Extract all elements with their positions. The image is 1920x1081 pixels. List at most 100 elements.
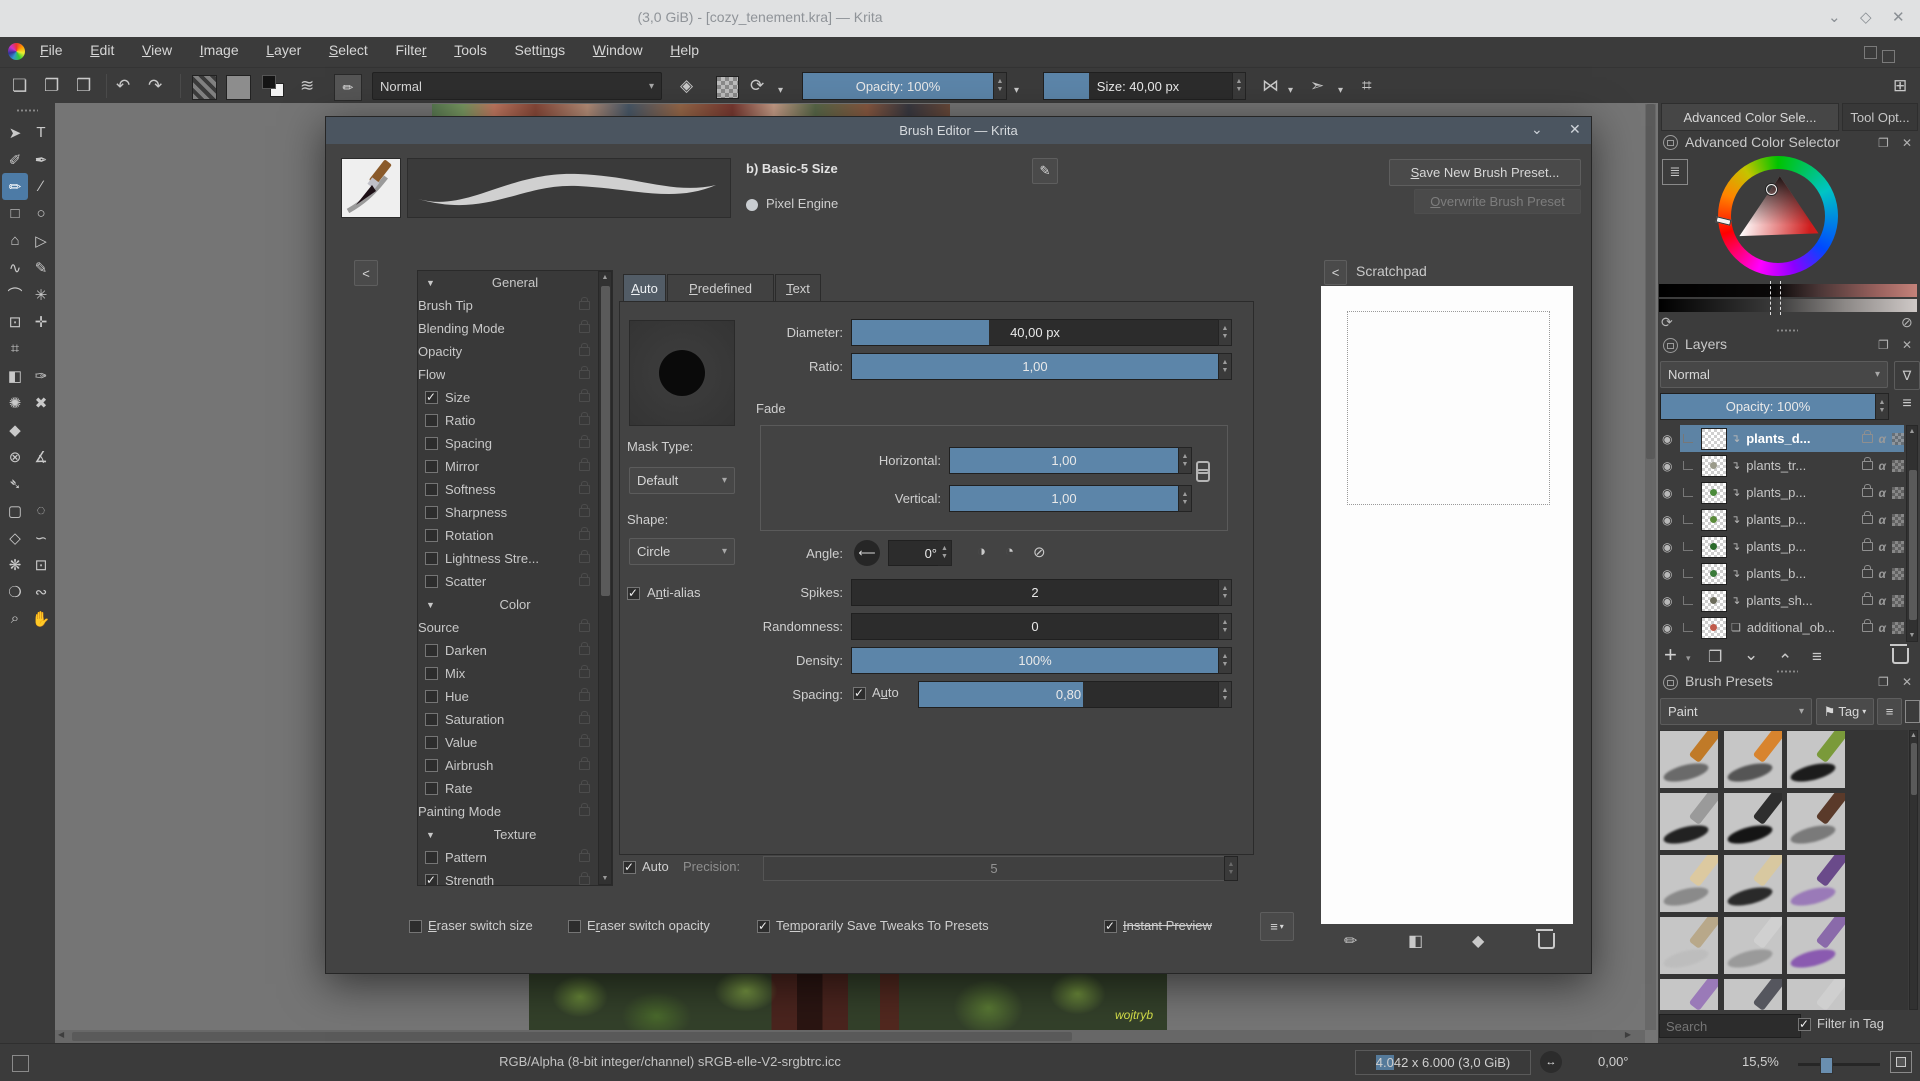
alpha-lock-icon[interactable]: α xyxy=(1879,513,1886,527)
option-checkbox[interactable] xyxy=(425,552,438,565)
brush-option-row[interactable]: ▼ Source xyxy=(418,616,612,639)
angle-reset-icon[interactable]: ⊘ xyxy=(1033,543,1046,561)
brush-option-row[interactable]: ▼ Rate xyxy=(418,777,612,800)
option-checkbox[interactable] xyxy=(425,667,438,680)
brush-option-row[interactable]: ▼ Texture xyxy=(418,823,612,846)
bezier-select-tool[interactable]: ❍ xyxy=(2,578,28,605)
spacing-auto-checkbox[interactable] xyxy=(853,686,866,700)
mirror-vertical-icon[interactable]: ➣ xyxy=(1310,75,1324,97)
layer-thumbnail[interactable] xyxy=(1701,616,1727,639)
bezier-curve-tool[interactable]: ∿ xyxy=(2,254,28,281)
layer-row[interactable]: ◉ ↴ ❏ plants_b... α xyxy=(1658,560,1918,587)
instant-preview-checkbox[interactable] xyxy=(1104,919,1117,933)
menu-item[interactable]: View xyxy=(142,42,172,58)
polygon-tool[interactable]: ⌂ xyxy=(2,227,28,254)
layer-lock-icon[interactable] xyxy=(1861,510,1873,527)
visibility-eye-icon[interactable]: ◉ xyxy=(1662,567,1672,581)
option-checkbox[interactable] xyxy=(425,483,438,496)
link-fade-icon2[interactable] xyxy=(1196,469,1210,482)
save-document-icon[interactable]: ❒ xyxy=(76,75,91,97)
layer-lock-icon[interactable] xyxy=(1861,591,1873,608)
collapse-options-button[interactable]: < xyxy=(354,260,378,286)
menu-item[interactable]: Window xyxy=(593,42,643,58)
option-checkbox[interactable] xyxy=(425,460,438,473)
line-tool[interactable]: ∕ xyxy=(28,173,54,200)
alpha-inherit-icon[interactable] xyxy=(1892,594,1904,607)
angle-clock-icon[interactable]: ◑ xyxy=(977,543,986,560)
precision-slider[interactable]: 5 xyxy=(763,856,1225,881)
transform-tool[interactable]: ⊡ xyxy=(2,308,28,335)
inherit-alpha-icon[interactable]: ↴ xyxy=(1731,486,1740,499)
inherit-alpha-icon[interactable]: ↴ xyxy=(1731,513,1740,526)
brush-option-row[interactable]: ▼ Size xyxy=(418,386,612,409)
canvas-vertical-scrollbar[interactable] xyxy=(1645,104,1656,1030)
save-tweaks-checkbox[interactable] xyxy=(757,919,770,933)
lock-icon[interactable] xyxy=(579,803,590,819)
brush-preset-item[interactable] xyxy=(1786,792,1847,851)
visibility-eye-icon[interactable]: ◉ xyxy=(1662,432,1672,446)
brush-option-row[interactable]: ▼ Rotation xyxy=(418,524,612,547)
layer-row[interactable]: ◉ ↴ ❏ plants_d... α xyxy=(1658,425,1918,452)
lock-icon[interactable] xyxy=(579,780,590,796)
option-checkbox[interactable] xyxy=(425,782,438,795)
lock-icon[interactable] xyxy=(579,389,590,405)
layer-options-icon[interactable]: ≡ xyxy=(1896,395,1918,418)
gradient-tool[interactable]: ◧ xyxy=(2,362,28,389)
lock-icon[interactable] xyxy=(579,711,590,727)
brush-preset-item[interactable] xyxy=(1722,730,1783,789)
fade-horizontal-spinner[interactable]: ▲ ▼ xyxy=(1178,447,1192,474)
panel-resize-handle[interactable] xyxy=(1776,329,1798,332)
opacity-spinner[interactable]: ▲ ▼ xyxy=(993,72,1007,100)
refresh-colors-icon[interactable]: ⟳ xyxy=(1661,314,1673,331)
layer-list-scrollbar[interactable]: ▲ ▼ xyxy=(1906,425,1918,642)
alpha-lock-icon[interactable]: α xyxy=(1879,540,1886,554)
brush-option-row[interactable]: ▼ Opacity xyxy=(418,340,612,363)
spacing-spinner[interactable]: ▲ ▼ xyxy=(1218,681,1232,708)
close-panel-icon[interactable]: ✕ xyxy=(1902,675,1912,689)
lock-icon[interactable] xyxy=(579,297,590,313)
option-checkbox[interactable] xyxy=(425,690,438,703)
option-checkbox[interactable] xyxy=(425,390,438,404)
menu-item[interactable]: Image xyxy=(200,42,239,58)
brush-option-row[interactable]: ▼ Strength xyxy=(418,869,612,885)
lock-icon[interactable] xyxy=(579,665,590,681)
delete-layer-icon[interactable] xyxy=(1890,644,1909,667)
ellipse-select-tool[interactable]: ◌ xyxy=(28,497,54,524)
mirror-vertical-dropdown-icon[interactable]: ▾ xyxy=(1338,80,1343,102)
panel-lock-icon[interactable] xyxy=(1663,675,1678,690)
scratchpad-paint-icon[interactable]: ✏ xyxy=(1344,931,1357,951)
move-layer-down-icon[interactable]: ⌄ xyxy=(1744,645,1758,665)
menu-item[interactable]: Edit xyxy=(90,42,114,58)
lock-icon[interactable] xyxy=(579,573,590,589)
alpha-inherit-icon[interactable] xyxy=(1892,513,1904,526)
float-panel-icon[interactable]: ❐ xyxy=(1878,675,1889,689)
open-document-icon[interactable]: ❐ xyxy=(44,75,59,97)
option-checkbox[interactable] xyxy=(425,506,438,519)
lock-icon[interactable] xyxy=(579,481,590,497)
mirror-horizontal-icon[interactable]: ⋈ xyxy=(1262,75,1279,97)
inherit-alpha-icon[interactable]: ↴ xyxy=(1731,567,1740,580)
layer-row[interactable]: ◉ ↴ ❏ plants_p... α xyxy=(1658,533,1918,560)
eraser-switch-size-checkbox[interactable] xyxy=(409,920,422,933)
contiguous-select-tool[interactable]: ❋ xyxy=(2,551,28,578)
brush-preset-item[interactable] xyxy=(1786,854,1847,913)
menu-item[interactable]: Help xyxy=(670,42,699,58)
brush-option-row[interactable]: ▼ Mix xyxy=(418,662,612,685)
lock-icon[interactable] xyxy=(579,642,590,658)
brush-preset-item[interactable] xyxy=(1786,916,1847,975)
brush-option-row[interactable]: ▼ Darken xyxy=(418,639,612,662)
brush-option-row[interactable]: ▼ Value xyxy=(418,731,612,754)
option-checkbox[interactable] xyxy=(425,437,438,450)
brush-option-row[interactable]: ▼ Scatter xyxy=(418,570,612,593)
colorize-mask-tool[interactable]: ✺ xyxy=(2,389,28,416)
brush-preset-item[interactable] xyxy=(1722,792,1783,851)
panel-resize-handle[interactable] xyxy=(1776,670,1798,673)
rectangle-tool[interactable]: □ xyxy=(2,200,28,227)
precision-spinner[interactable]: ▲ ▼ xyxy=(1224,856,1238,881)
freehand-select-tool[interactable]: ∽ xyxy=(28,524,54,551)
tab-auto[interactable]: Auto xyxy=(623,274,666,302)
lock-icon[interactable] xyxy=(579,458,590,474)
selection-display-icon[interactable] xyxy=(12,1055,29,1072)
move-tool[interactable]: ✛ xyxy=(28,308,54,335)
brush-option-row[interactable]: ▼ Ratio xyxy=(418,409,612,432)
